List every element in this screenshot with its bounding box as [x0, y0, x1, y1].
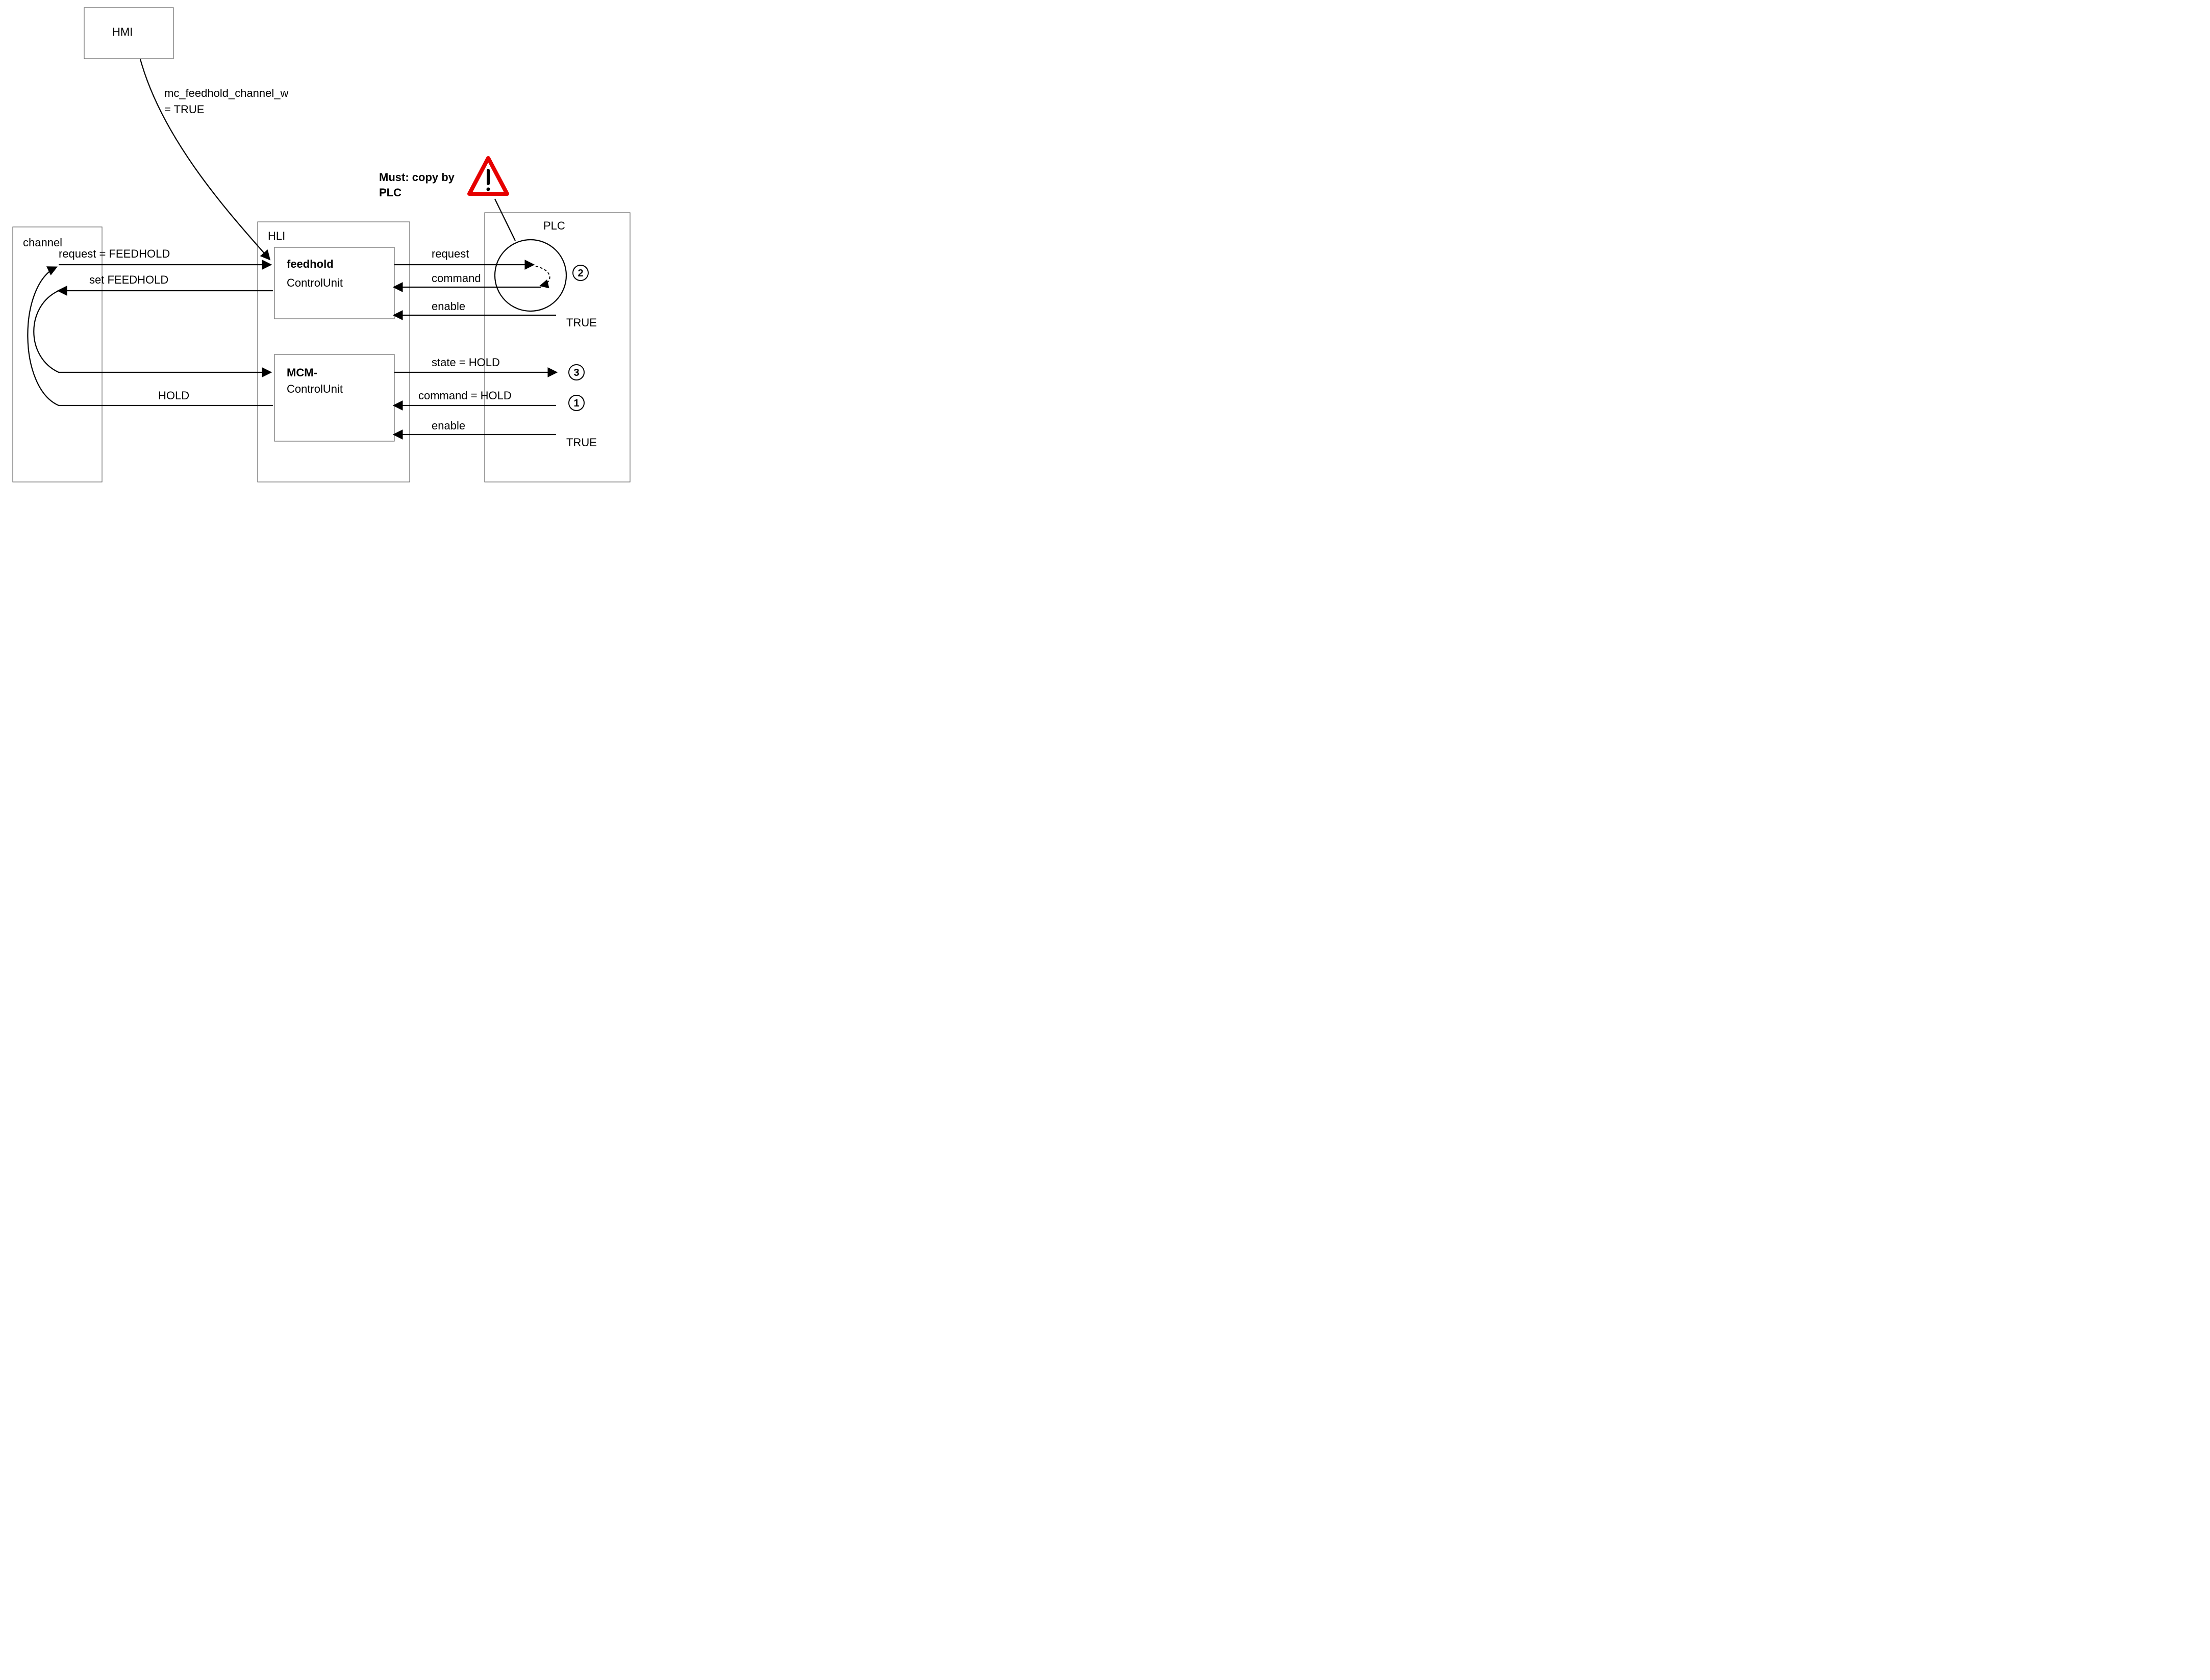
mcm-sub: ControlUnit: [287, 383, 343, 395]
hli-label: HLI: [268, 230, 285, 242]
plc-box: [485, 213, 630, 482]
mcm-enable-label: enable: [432, 419, 465, 432]
feedhold-sub: ControlUnit: [287, 276, 343, 289]
fh-request-label: request: [432, 247, 469, 260]
set-feedhold-label: set FEEDHOLD: [89, 273, 168, 286]
hmi-out-line1: mc_feedhold_channel_w: [164, 87, 289, 99]
plc-copy-dash: [536, 266, 550, 286]
step-2-num: 2: [577, 268, 583, 279]
fh-command-label: command: [432, 272, 481, 285]
step-3-num: 3: [573, 367, 579, 378]
warning-line2: PLC: [379, 186, 401, 199]
mcm-title: MCM-: [287, 366, 317, 379]
plc-label: PLC: [543, 219, 565, 232]
hli-box: [258, 222, 410, 482]
channel-label: channel: [23, 236, 62, 249]
warning-triangle-icon: [469, 158, 507, 194]
request-feedhold-label: request = FEEDHOLD: [59, 247, 170, 260]
mcm-hold-back-arrow: [28, 267, 273, 405]
set-to-mcm-arrow: [34, 291, 270, 372]
warning-line1: Must: copy by: [379, 171, 455, 184]
warning-connector: [495, 199, 515, 241]
mcm-state-label: state = HOLD: [432, 356, 500, 369]
hmi-out-line2: = TRUE: [164, 103, 204, 116]
mcm-command-label: command = HOLD: [418, 389, 512, 402]
mcm-enable-true: TRUE: [566, 436, 597, 449]
fh-enable-label: enable: [432, 300, 465, 313]
plc-copy-circle: [495, 240, 566, 311]
feedhold-title: feedhold: [287, 258, 334, 270]
fh-enable-true: TRUE: [566, 316, 597, 329]
hmi-label: HMI: [112, 26, 133, 38]
diagram-canvas: HMI channel HLI feedhold ControlUnit MCM…: [0, 0, 638, 490]
mcm-hold-back-label: HOLD: [158, 389, 189, 402]
step-1-num: 1: [573, 398, 579, 409]
